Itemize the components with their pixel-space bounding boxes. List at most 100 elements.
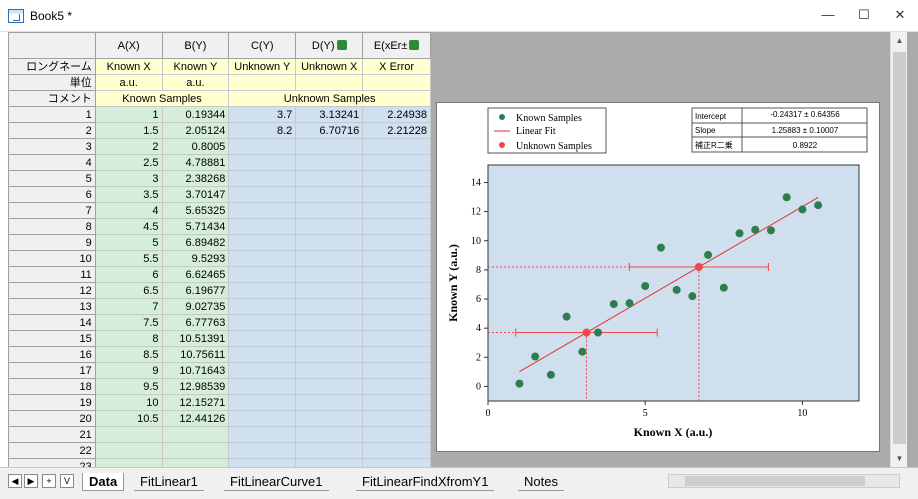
data-cell[interactable] xyxy=(228,298,297,315)
data-cell[interactable] xyxy=(228,394,297,411)
data-cell[interactable]: 12.98539 xyxy=(161,378,230,395)
data-cell[interactable] xyxy=(295,362,364,379)
row-number[interactable]: 23 xyxy=(8,458,96,467)
tab-nav-next-button[interactable]: ▶ xyxy=(24,474,38,488)
data-cell[interactable]: 8.2 xyxy=(228,122,297,139)
longname-cell[interactable]: Unknown Y xyxy=(228,58,297,75)
data-cell[interactable]: 5.5 xyxy=(94,250,163,267)
row-number[interactable]: 10 xyxy=(8,250,96,267)
data-cell[interactable]: 12.15271 xyxy=(161,394,230,411)
data-cell[interactable]: 4.78881 xyxy=(161,154,230,171)
data-cell[interactable] xyxy=(362,266,431,283)
row-number[interactable]: 7 xyxy=(8,202,96,219)
data-cell[interactable] xyxy=(295,250,364,267)
data-cell[interactable] xyxy=(228,266,297,283)
data-cell[interactable]: 6 xyxy=(94,266,163,283)
tab-nav-prev-button[interactable]: ◀ xyxy=(8,474,22,488)
row-number[interactable]: 13 xyxy=(8,298,96,315)
data-cell[interactable]: 10 xyxy=(94,394,163,411)
row-number[interactable]: 19 xyxy=(8,394,96,411)
data-cell[interactable] xyxy=(295,234,364,251)
data-cell[interactable] xyxy=(362,314,431,331)
data-cell[interactable]: 1.5 xyxy=(94,122,163,139)
data-cell[interactable]: 3.7 xyxy=(228,106,297,123)
longname-cell[interactable]: Unknown X xyxy=(295,58,364,75)
column-header-b[interactable]: B(Y) xyxy=(161,32,230,59)
data-cell[interactable]: 5.65325 xyxy=(161,202,230,219)
data-cell[interactable]: 2.5 xyxy=(94,154,163,171)
scroll-down-arrow[interactable]: ▼ xyxy=(891,450,908,467)
data-cell[interactable]: 10.75611 xyxy=(161,346,230,363)
data-cell[interactable]: 6.89482 xyxy=(161,234,230,251)
vertical-scroll-thumb[interactable] xyxy=(893,52,906,444)
data-cell[interactable] xyxy=(228,410,297,427)
row-label-comment[interactable]: コメント xyxy=(8,90,96,107)
data-cell[interactable] xyxy=(362,170,431,187)
row-number[interactable]: 8 xyxy=(8,218,96,235)
data-cell[interactable] xyxy=(228,234,297,251)
data-cell[interactable] xyxy=(228,250,297,267)
row-number[interactable]: 15 xyxy=(8,330,96,347)
data-cell[interactable] xyxy=(228,202,297,219)
row-number[interactable]: 6 xyxy=(8,186,96,203)
data-cell[interactable] xyxy=(228,362,297,379)
row-number[interactable]: 17 xyxy=(8,362,96,379)
longname-cell[interactable]: X Error xyxy=(362,58,431,75)
tab-notes[interactable]: Notes xyxy=(518,473,564,491)
data-cell[interactable] xyxy=(295,154,364,171)
add-sheet-button[interactable]: + xyxy=(42,474,56,488)
data-cell[interactable]: 10.51391 xyxy=(161,330,230,347)
close-button[interactable]: ✕ xyxy=(882,0,918,30)
data-cell[interactable] xyxy=(362,234,431,251)
row-number[interactable]: 20 xyxy=(8,410,96,427)
data-cell[interactable] xyxy=(362,410,431,427)
data-cell[interactable] xyxy=(228,458,297,467)
data-cell[interactable]: 2.05124 xyxy=(161,122,230,139)
data-cell[interactable] xyxy=(362,362,431,379)
data-cell[interactable] xyxy=(295,266,364,283)
data-cell[interactable]: 6.5 xyxy=(94,282,163,299)
data-cell[interactable]: 4 xyxy=(94,202,163,219)
data-cell[interactable] xyxy=(362,250,431,267)
data-cell[interactable] xyxy=(94,442,163,459)
data-cell[interactable]: 8.5 xyxy=(94,346,163,363)
legend[interactable]: Known Samples Linear Fit Unknown Samples xyxy=(487,107,607,154)
row-number[interactable]: 16 xyxy=(8,346,96,363)
data-cell[interactable]: 6.62465 xyxy=(161,266,230,283)
data-cell[interactable]: 12.44126 xyxy=(161,410,230,427)
data-cell[interactable]: 7.5 xyxy=(94,314,163,331)
data-cell[interactable] xyxy=(295,138,364,155)
comment-cell-unknown[interactable]: Unknown Samples xyxy=(228,90,431,107)
longname-cell[interactable]: Known Y xyxy=(161,58,230,75)
row-number[interactable]: 14 xyxy=(8,314,96,331)
data-cell[interactable]: 3.5 xyxy=(94,186,163,203)
row-number[interactable]: 11 xyxy=(8,266,96,283)
scatter-chart[interactable]: 0 5 10 0 2 4 6 8 10 12 14 Known X (a.u.) Known Y (… xyxy=(437,103,879,451)
data-cell[interactable]: 8 xyxy=(94,330,163,347)
unit-cell[interactable] xyxy=(362,74,431,91)
data-cell[interactable] xyxy=(362,394,431,411)
plot-area[interactable] xyxy=(487,164,860,402)
data-cell[interactable]: 6.77763 xyxy=(161,314,230,331)
data-cell[interactable]: 1 xyxy=(94,106,163,123)
row-number[interactable]: 1 xyxy=(8,106,96,123)
data-cell[interactable] xyxy=(295,186,364,203)
comment-cell-known[interactable]: Known Samples xyxy=(94,90,230,107)
data-cell[interactable] xyxy=(295,426,364,443)
horizontal-scroll-thumb[interactable] xyxy=(685,476,865,486)
data-cell[interactable] xyxy=(228,314,297,331)
row-number[interactable]: 5 xyxy=(8,170,96,187)
data-cell[interactable]: 3.70147 xyxy=(161,186,230,203)
data-cell[interactable]: 9.5 xyxy=(94,378,163,395)
data-cell[interactable] xyxy=(362,426,431,443)
data-cell[interactable] xyxy=(295,202,364,219)
scroll-up-arrow[interactable]: ▲ xyxy=(891,32,908,49)
row-number[interactable]: 22 xyxy=(8,442,96,459)
row-number[interactable]: 18 xyxy=(8,378,96,395)
data-cell[interactable] xyxy=(362,346,431,363)
data-cell[interactable] xyxy=(362,458,431,467)
data-cell[interactable] xyxy=(161,442,230,459)
data-cell[interactable] xyxy=(228,346,297,363)
data-cell[interactable] xyxy=(295,282,364,299)
data-cell[interactable] xyxy=(362,330,431,347)
